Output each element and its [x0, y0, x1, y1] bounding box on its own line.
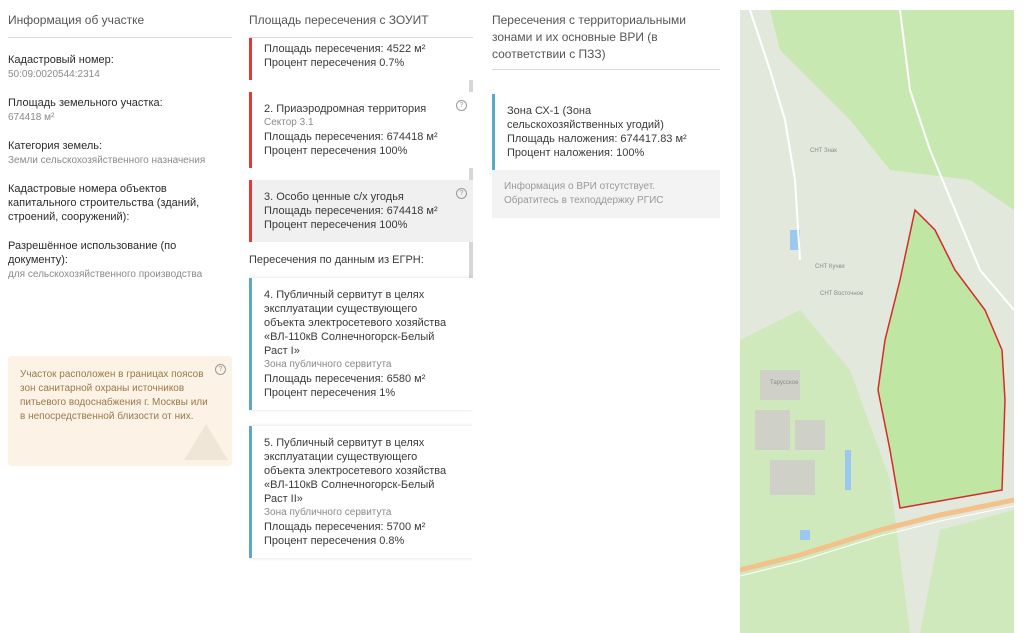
- card-percent: Процент пересечения 0.8%: [264, 535, 405, 547]
- parcel-area-field: Площадь земельного участка: 674418 м²: [8, 96, 232, 124]
- cadastral-number-label: Кадастровый номер:: [8, 54, 114, 66]
- info-icon[interactable]: ?: [456, 100, 467, 111]
- permitted-use-field: Разрешённое использование (по документу)…: [8, 239, 232, 281]
- card-area: Площадь пересечения: 4522 м²: [264, 43, 426, 55]
- info-icon[interactable]: ?: [215, 364, 226, 375]
- zouit-card-1: Площадь пересечения: 4522 м² Процент пер…: [249, 38, 473, 80]
- land-category-value: Земли сельскохозяйственного назначения: [8, 155, 206, 166]
- zouit-card-2: 2. Приаэродромная территория Сектор 3.1 …: [249, 92, 473, 168]
- egrn-card-4: 4. Публичный сервитут в целях эксплуатац…: [249, 278, 473, 410]
- zone-name: Зона СХ-1 (Зона сельскохозяйственных уго…: [507, 105, 664, 131]
- territorial-zones-title: Пересечения с территориальными зонами и …: [492, 0, 720, 70]
- vri-missing-note: Информация о ВРИ отсутствует. Обратитесь…: [492, 170, 720, 218]
- territorial-zones-column: Пересечения с территориальными зонами и …: [492, 0, 720, 633]
- cadastral-number-field: Кадастровый номер: 50:09:0020544:2314: [8, 53, 232, 81]
- card-subtitle: Зона публичного сервитута: [264, 359, 392, 370]
- warning-triangle-icon: [184, 424, 228, 460]
- zone-area: Площадь наложения: 674417.83 м²: [507, 133, 687, 145]
- map-label: СНТ Восточное: [820, 291, 864, 297]
- card-percent: Процент пересечения 1%: [264, 387, 396, 399]
- map-label: Тарусское: [770, 380, 799, 386]
- card-subtitle: Зона публичного сервитута: [264, 507, 392, 518]
- card-area: Площадь пересечения: 674418 м²: [264, 205, 438, 217]
- info-icon[interactable]: ?: [456, 188, 467, 199]
- oks-numbers-label: Кадастровые номера объектов капитального…: [8, 183, 200, 223]
- card-title: 3. Особо ценные с/х угодья: [264, 191, 404, 203]
- map-view[interactable]: СНТ Знак СНТ Кучки СНТ Восточное Тарусск…: [740, 10, 1014, 633]
- parcel-area-label: Площадь земельного участка:: [8, 97, 163, 109]
- oks-numbers-field: Кадастровые номера объектов капитального…: [8, 182, 232, 224]
- map-canvas: СНТ Знак СНТ Кучки СНТ Восточное Тарусск…: [740, 10, 1014, 633]
- card-title: 4. Публичный сервитут в целях эксплуатац…: [264, 289, 447, 357]
- card-percent: Процент пересечения 100%: [264, 219, 408, 231]
- card-area: Площадь пересечения: 5700 м²: [264, 521, 426, 533]
- land-category-label: Категория земель:: [8, 140, 103, 152]
- card-area: Площадь пересечения: 6580 м²: [264, 373, 426, 385]
- card-percent: Процент пересечения 100%: [264, 145, 408, 157]
- parcel-info-title: Информация об участке: [8, 0, 232, 38]
- zone-percent: Процент наложения: 100%: [507, 147, 645, 159]
- land-category-field: Категория земель: Земли сельскохозяйстве…: [8, 139, 232, 167]
- card-percent: Процент пересечения 0.7%: [264, 57, 405, 69]
- map-label: СНТ Кучки: [815, 264, 845, 270]
- zouit-title: Площадь пересечения с ЗОУИТ: [249, 0, 473, 38]
- parcel-info-column: Информация об участке Кадастровый номер:…: [8, 0, 232, 633]
- zone-card: Зона СХ-1 (Зона сельскохозяйственных уго…: [492, 94, 720, 170]
- egrn-section-title: Пересечения по данным из ЕГРН:: [249, 254, 424, 266]
- card-subtitle: Сектор 3.1: [264, 117, 314, 128]
- card-title: 2. Приаэродромная территория: [264, 103, 427, 115]
- water-protection-warning: Участок расположен в границах поясов зон…: [8, 356, 232, 466]
- card-area: Площадь пересечения: 674418 м²: [264, 131, 438, 143]
- zouit-card-3: 3. Особо ценные с/х угодья Площадь перес…: [249, 180, 473, 242]
- parcel-area-value: 674418 м²: [8, 112, 55, 123]
- cadastral-number-value: 50:09:0020544:2314: [8, 69, 100, 80]
- permitted-use-label: Разрешённое использование (по документу)…: [8, 240, 177, 266]
- permitted-use-value: для сельскохозяйственного производства: [8, 269, 203, 280]
- warning-text: Участок расположен в границах поясов зон…: [20, 369, 208, 422]
- egrn-card-5: 5. Публичный сервитут в целях эксплуатац…: [249, 426, 473, 558]
- card-title: 5. Публичный сервитут в целях эксплуатац…: [264, 437, 447, 505]
- zouit-column: Площадь пересечения с ЗОУИТ Площадь пере…: [249, 0, 473, 633]
- map-label: СНТ Знак: [810, 148, 837, 154]
